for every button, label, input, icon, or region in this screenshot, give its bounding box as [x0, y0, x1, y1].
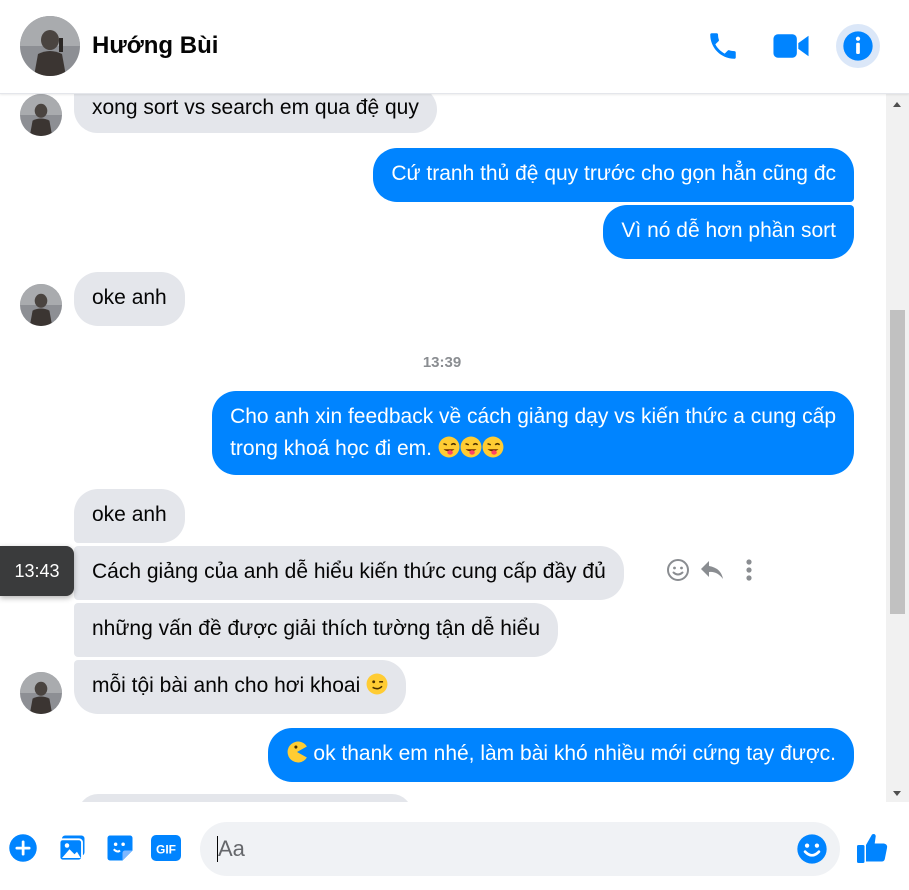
message-text: những vấn đề được giải thích tường tận d… [92, 617, 541, 640]
composer-bar: GIF [0, 802, 909, 890]
thumbs-up-icon [857, 834, 888, 863]
reply-button[interactable] [698, 556, 726, 584]
message-text: oke anh [92, 503, 167, 526]
contact-avatar-small[interactable] [20, 672, 62, 714]
more-vertical-icon [746, 559, 752, 581]
message-bubble-outgoing[interactable]: Cứ tranh thủ đệ quy trước cho gọn hẳn cũ… [373, 148, 854, 202]
message-text: mỗi tội bài anh cho hơi khoai [92, 674, 361, 697]
scroll-up-arrow[interactable] [893, 102, 901, 107]
message-bubble-incoming[interactable]: Cách giảng của anh dễ hiểu kiến thức cun… [74, 546, 624, 600]
sticker-button[interactable] [104, 832, 136, 864]
message-bubble-outgoing[interactable]: Vì nó dễ hơn phần sort [603, 205, 854, 259]
pacman-face-emoji [287, 741, 307, 763]
photo-gallery-icon [58, 835, 85, 862]
message-bubble-partial[interactable] [78, 794, 412, 802]
attach-photo-button[interactable] [56, 832, 88, 864]
message-list: xong sort vs search em qua đệ quy Cứ tra… [0, 94, 909, 802]
phone-icon [710, 33, 736, 59]
more-actions-button[interactable] [7, 832, 39, 864]
message-text-line: trong khoá học đi em. [230, 433, 836, 465]
message-bubble-incoming[interactable]: những vấn đề được giải thích tường tận d… [74, 603, 559, 657]
reply-arrow-icon [701, 561, 723, 579]
info-icon [843, 31, 873, 61]
message-composer[interactable] [200, 822, 840, 876]
message-bubble-outgoing[interactable]: ok thank em nhé, làm bài khó nhiều mới c… [267, 728, 854, 782]
message-text: Cứ tranh thủ đệ quy trước cho gọn hẳn cũ… [391, 162, 836, 185]
message-text: Vì nó dễ hơn phần sort [621, 219, 836, 242]
sticker-icon [107, 835, 133, 861]
message-bubble-incoming[interactable]: oke anh [74, 272, 185, 326]
scroll-down-arrow[interactable] [893, 791, 901, 796]
message-hover-time: 13:43 [0, 546, 74, 596]
gif-icon: GIF [151, 835, 181, 861]
message-text: Cách giảng của anh dễ hiểu kiến thức cun… [92, 560, 606, 583]
message-bubble-incoming[interactable]: oke anh [74, 489, 185, 543]
winking-face-emoji [366, 673, 388, 695]
react-button[interactable] [664, 556, 692, 584]
message-input[interactable] [218, 822, 778, 876]
video-call-button[interactable] [771, 26, 811, 66]
message-text: ok thank em nhé, làm bài khó nhiều mới c… [313, 742, 836, 765]
avatar-photo [20, 16, 80, 76]
conversation-info-button[interactable] [836, 24, 880, 68]
avatar-photo [20, 672, 62, 714]
message-bubble-outgoing[interactable]: Cho anh xin feedback về cách giảng dạy v… [212, 391, 854, 475]
contact-avatar-small[interactable] [20, 94, 62, 136]
message-bubble-incoming[interactable]: xong sort vs search em qua đệ quy [74, 94, 437, 133]
message-text: xong sort vs search em qua đệ quy [92, 96, 419, 119]
avatar-photo [20, 94, 62, 136]
contact-avatar[interactable] [20, 16, 80, 76]
avatar-photo [20, 284, 62, 326]
smiley-icon [797, 834, 827, 864]
more-options-button[interactable] [735, 556, 763, 584]
winking-face-with-tongue-emoji [438, 436, 460, 458]
phone-call-button[interactable] [703, 26, 743, 66]
contact-avatar-small[interactable] [20, 284, 62, 326]
gif-button[interactable]: GIF [150, 832, 182, 864]
scroll-thumb[interactable] [890, 310, 905, 614]
winking-face-with-tongue-emoji [460, 436, 482, 458]
smiley-icon [667, 559, 689, 581]
winking-face-with-tongue-emoji [482, 436, 504, 458]
message-bubble-incoming[interactable]: mỗi tội bài anh cho hơi khoai [74, 660, 407, 714]
video-camera-icon [773, 34, 809, 58]
like-button[interactable] [854, 830, 890, 866]
contact-name[interactable]: Hướng Bùi [92, 32, 218, 60]
gif-icon-label: GIF [156, 843, 176, 857]
plus-circle-icon [9, 834, 37, 862]
message-text-line: Cho anh xin feedback về cách giảng dạy v… [230, 405, 836, 428]
emoji-picker-button[interactable] [796, 833, 828, 865]
chat-scrollbar[interactable] [886, 94, 909, 802]
message-text: oke anh [92, 286, 167, 309]
conversation-header: Hướng Bùi [0, 0, 909, 94]
timestamp-divider: 13:39 [422, 354, 462, 371]
